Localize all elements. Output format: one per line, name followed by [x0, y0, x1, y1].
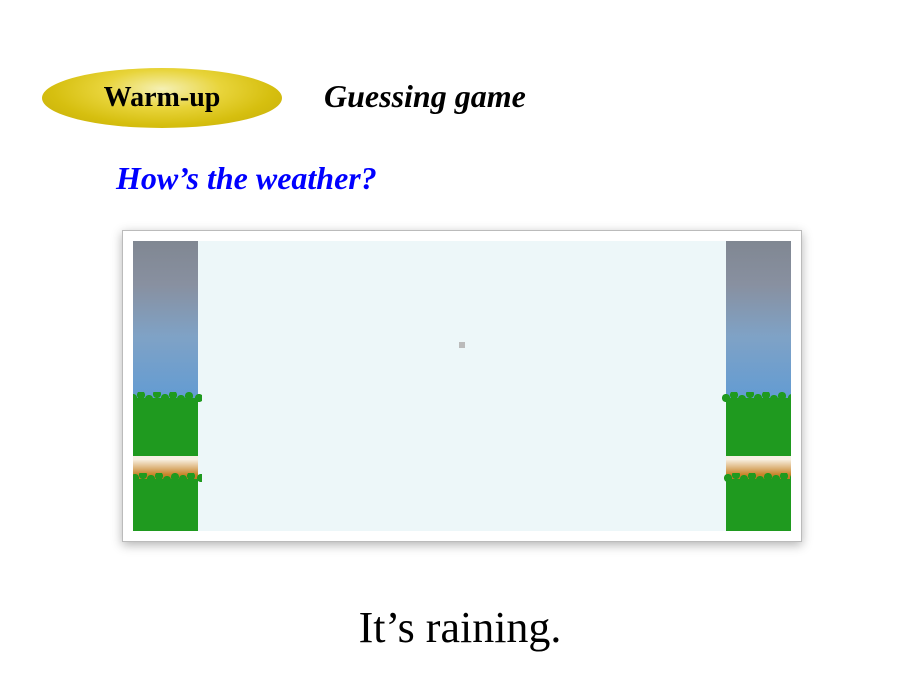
- answer-text: It’s raining.: [0, 602, 920, 653]
- landscape-left-strip: [133, 241, 198, 531]
- warm-up-badge: Warm-up: [42, 68, 282, 128]
- weather-image: [133, 241, 791, 531]
- landscape-right-strip: [726, 241, 791, 531]
- warm-up-badge-label: Warm-up: [104, 82, 221, 114]
- weather-image-frame: [122, 230, 802, 542]
- question-text: How’s the weather?: [116, 160, 377, 197]
- center-dot-icon: [459, 342, 465, 348]
- subtitle-text: Guessing game: [324, 78, 526, 115]
